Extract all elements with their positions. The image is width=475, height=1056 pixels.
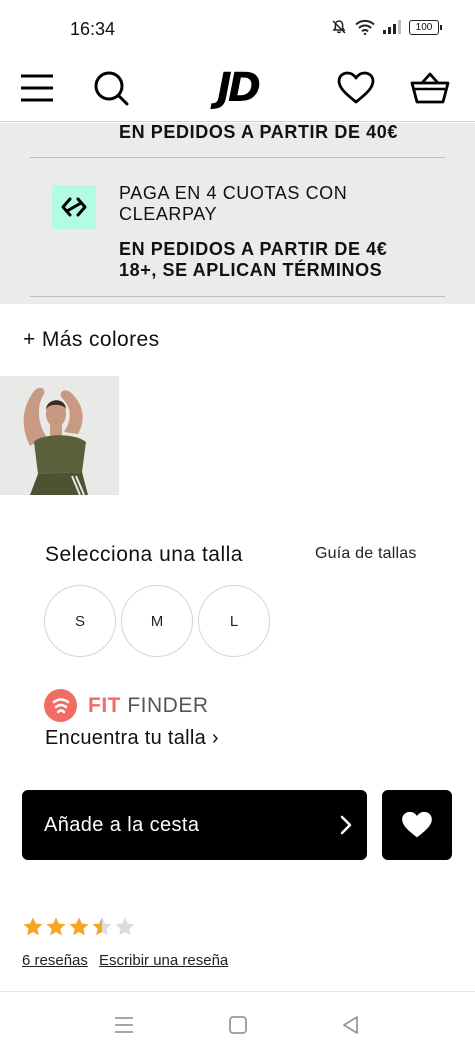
- divider: [30, 296, 445, 297]
- divider: [30, 157, 445, 158]
- home-button[interactable]: [225, 1012, 251, 1038]
- size-option-m[interactable]: M: [121, 585, 193, 657]
- battery-icon: 100: [409, 19, 442, 35]
- clearpay-terms-age: 18+, SE APLICAN TÉRMINOS: [119, 260, 383, 280]
- search-button[interactable]: [89, 66, 133, 110]
- fit-finder-icon: [52, 697, 69, 713]
- basket-button[interactable]: [408, 66, 452, 110]
- heart-icon: [337, 71, 375, 104]
- more-colors-label[interactable]: + Más colores: [23, 328, 160, 352]
- size-title: Selecciona una talla: [45, 543, 243, 566]
- basket-icon: [410, 72, 450, 104]
- star-icon: [23, 917, 43, 936]
- status-bar: 16:34 100: [0, 0, 475, 58]
- reviews-count-link[interactable]: 6 reseñas: [22, 952, 88, 969]
- size-option-s[interactable]: S: [44, 585, 116, 657]
- review-links: 6 reseñas Escribir una reseña: [22, 952, 235, 969]
- wifi-icon: [355, 19, 375, 35]
- fit-finder-brand: FIT FINDER: [88, 694, 209, 718]
- find-your-size-link[interactable]: Encuentra tu talla ›: [45, 727, 219, 750]
- write-review-link[interactable]: Escribir una reseña: [99, 952, 228, 969]
- star-icon: [92, 917, 112, 936]
- clearpay-title: PAGA EN 4 CUOTAS CON CLEARPAY: [119, 183, 348, 224]
- signal-icon: [383, 20, 401, 34]
- heart-filled-icon: [402, 811, 432, 838]
- fit-finder-brand-finder: FINDER: [127, 694, 209, 717]
- back-icon: [343, 1016, 358, 1034]
- system-nav-bar: [0, 991, 475, 1056]
- size-option-l[interactable]: L: [198, 585, 270, 657]
- payment-terms-line: EN PEDIDOS A PARTIR DE 40€: [119, 122, 398, 142]
- fit-finder-brand-fit: FIT: [88, 694, 121, 717]
- star-icon: [46, 917, 66, 936]
- status-icons: 100: [331, 19, 442, 35]
- product-model-image: [0, 376, 119, 495]
- search-icon: [94, 71, 129, 106]
- clearpay-icon: [61, 197, 87, 217]
- recents-icon: [115, 1017, 133, 1033]
- star-icon: [115, 917, 135, 936]
- add-to-cart-button[interactable]: Añade a la cesta: [22, 790, 367, 860]
- battery-level: 100: [415, 21, 433, 33]
- rating-stars: [22, 916, 136, 937]
- chevron-right-icon: [340, 815, 352, 835]
- status-time: 16:34: [70, 19, 116, 39]
- app-header: JD: [0, 58, 475, 122]
- add-to-wishlist-button[interactable]: [382, 790, 452, 860]
- color-variant-thumbnail[interactable]: [0, 376, 119, 495]
- size-guide-link[interactable]: Guía de tallas: [315, 545, 417, 563]
- home-icon: [229, 1016, 247, 1034]
- menu-button[interactable]: [15, 66, 59, 110]
- back-button[interactable]: [338, 1012, 364, 1038]
- star-icon: [69, 917, 89, 936]
- fit-finder-logo: [44, 689, 77, 722]
- recents-button[interactable]: [111, 1012, 137, 1038]
- add-to-cart-label: Añade a la cesta: [44, 813, 200, 836]
- clearpay-terms: EN PEDIDOS A PARTIR DE 4€ 18+, SE APLICA…: [119, 239, 429, 281]
- mute-bell-icon: [332, 20, 346, 34]
- payment-info-panel: EN PEDIDOS A PARTIR DE 40€ PAGA EN 4 CUO…: [0, 123, 475, 304]
- jd-logo[interactable]: JD: [207, 66, 267, 110]
- clearpay-terms-min: EN PEDIDOS A PARTIR DE 4€: [119, 239, 388, 259]
- clearpay-logo: [52, 185, 96, 229]
- menu-icon: [21, 74, 53, 102]
- wishlist-button[interactable]: [334, 66, 378, 110]
